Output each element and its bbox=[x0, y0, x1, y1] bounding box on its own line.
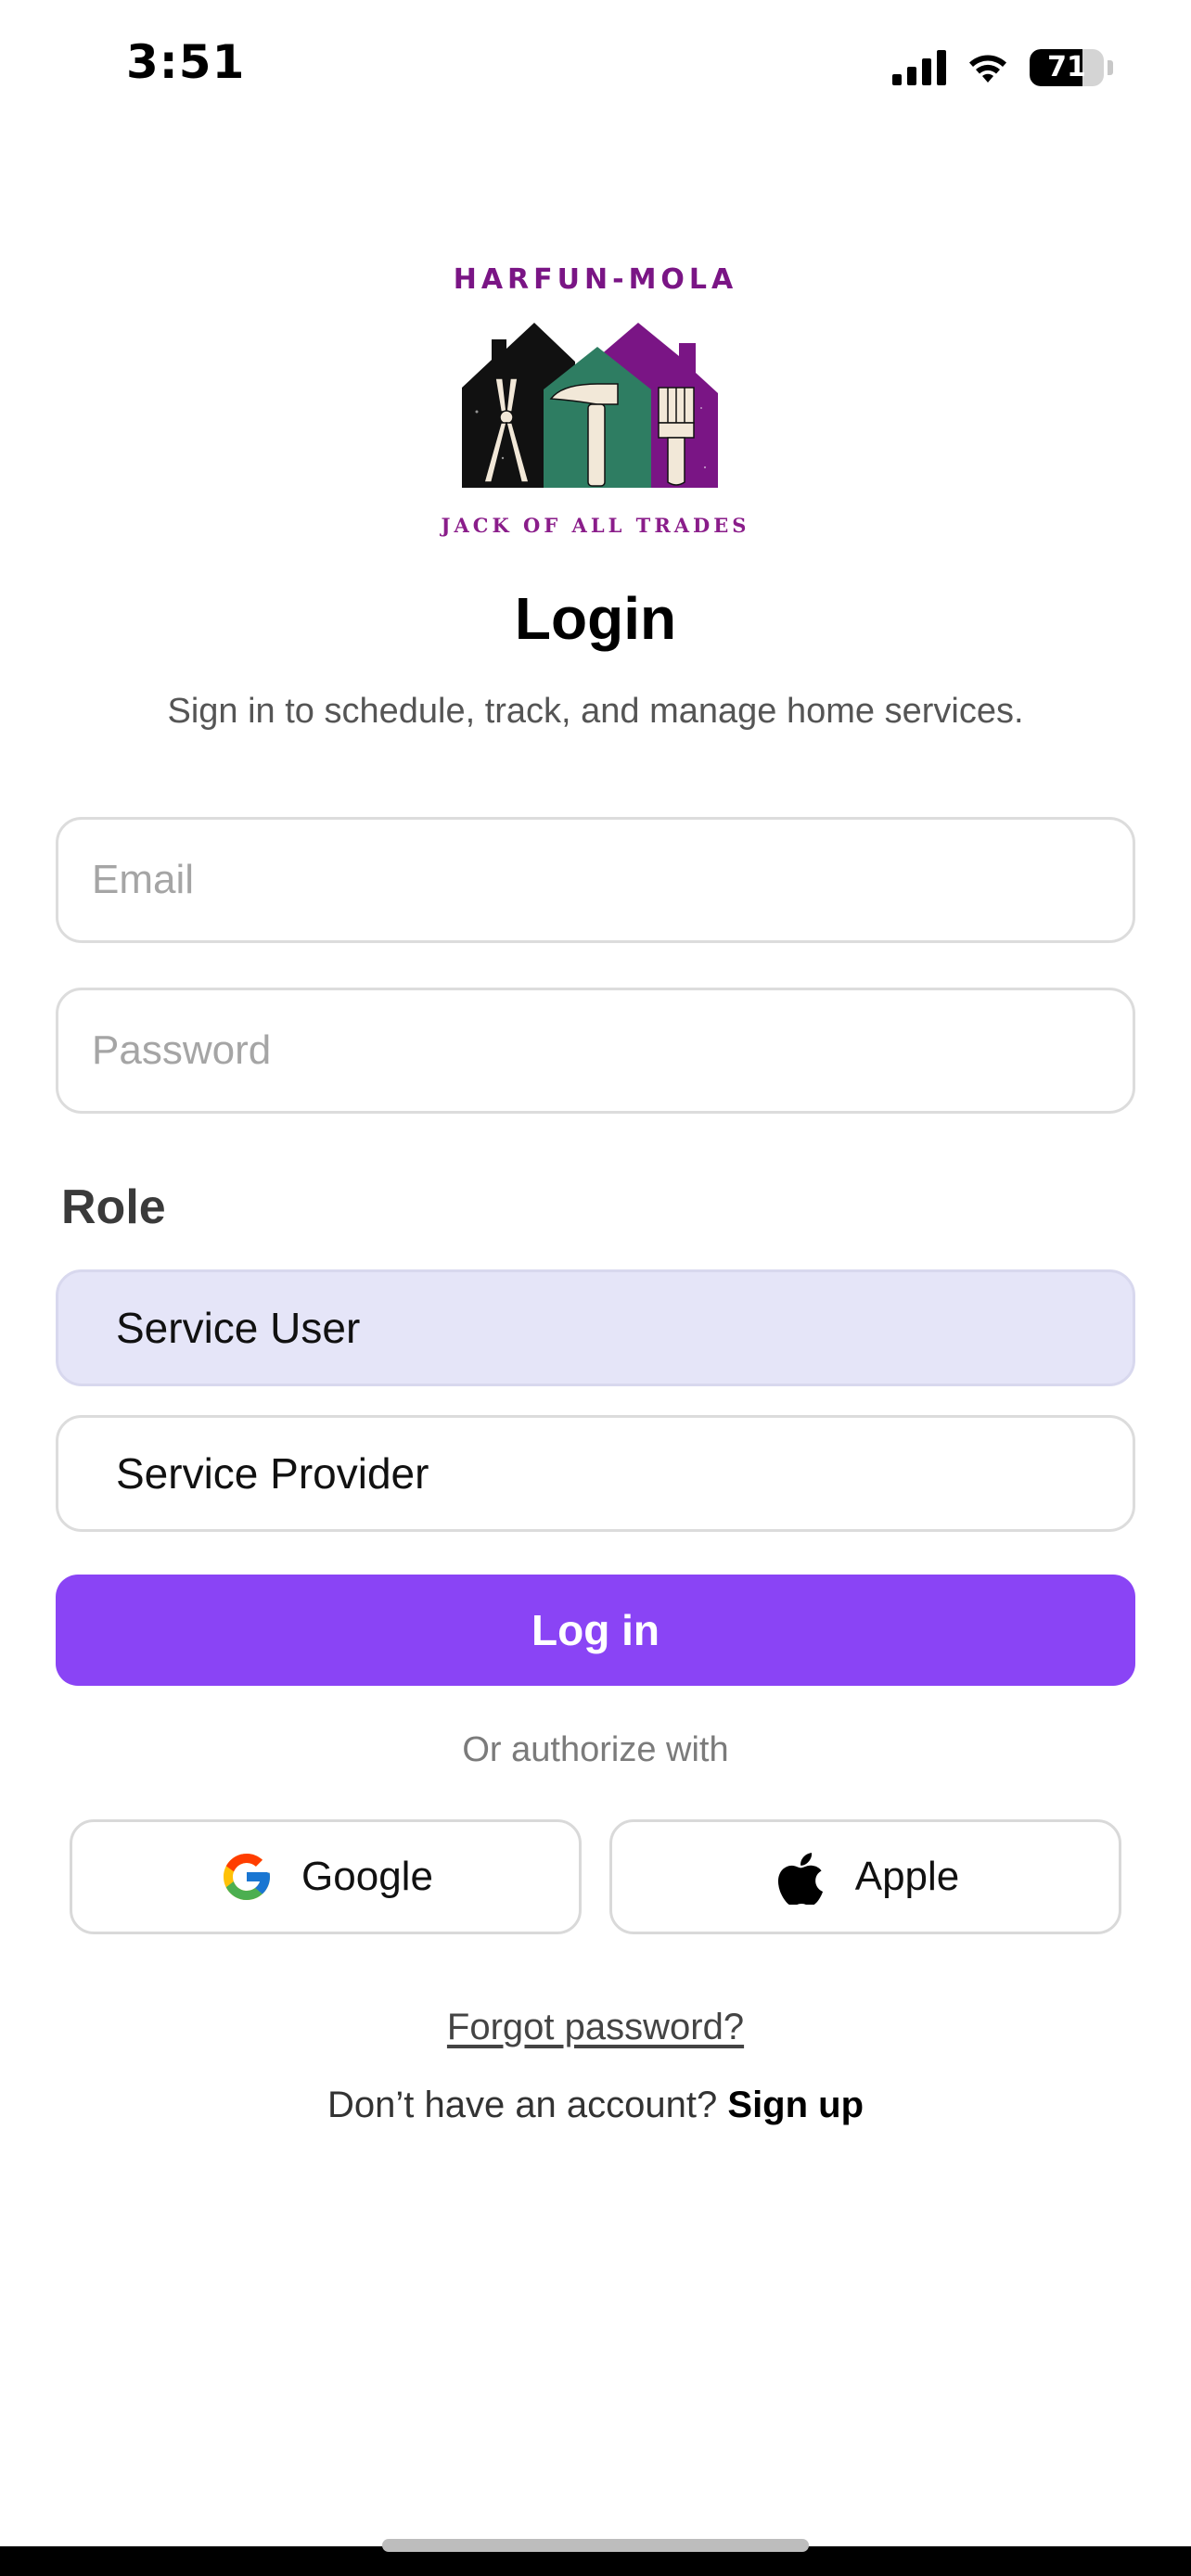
app-logo: HARFUN-MOLA JACK OF ALL TRADES bbox=[429, 263, 762, 542]
google-label: Google bbox=[301, 1854, 433, 1899]
page-title: Login bbox=[514, 585, 677, 652]
signup-row: Don’t have an account? Sign up bbox=[0, 2085, 1191, 2126]
forgot-password-link[interactable]: Forgot password? bbox=[447, 2007, 744, 2047]
signup-prompt: Don’t have an account? bbox=[327, 2085, 718, 2125]
apple-login-button[interactable]: Apple bbox=[609, 1819, 1121, 1934]
email-field[interactable] bbox=[56, 817, 1135, 943]
home-indicator[interactable] bbox=[382, 2539, 809, 2552]
apple-icon bbox=[772, 1848, 829, 1906]
role-label: Role bbox=[61, 1180, 166, 1234]
google-icon bbox=[218, 1848, 275, 1906]
page-subtitle: Sign in to schedule, track, and manage h… bbox=[167, 692, 1024, 731]
battery-icon: 71 bbox=[1030, 49, 1104, 86]
battery-cap bbox=[1108, 60, 1113, 75]
role-option-service-user[interactable]: Service User bbox=[56, 1269, 1135, 1386]
logo-title: HARFUN-MOLA bbox=[453, 263, 738, 296]
password-field[interactable] bbox=[56, 988, 1135, 1114]
role-option-service-provider[interactable]: Service Provider bbox=[56, 1415, 1135, 1532]
email-input[interactable] bbox=[58, 820, 1133, 940]
cellular-signal-icon bbox=[892, 50, 946, 85]
houses-tools-logo-icon bbox=[462, 323, 718, 488]
status-time: 3:51 bbox=[126, 35, 246, 89]
apple-label: Apple bbox=[854, 1854, 960, 1899]
social-divider-text: Or authorize with bbox=[462, 1730, 729, 1769]
role-option-label: Service Provider bbox=[116, 1449, 429, 1498]
battery-level: 71 bbox=[1047, 51, 1086, 83]
status-icons: 71 bbox=[892, 45, 1113, 91]
signup-link[interactable]: Sign up bbox=[727, 2085, 864, 2125]
status-bar: 3:51 71 bbox=[0, 0, 1191, 130]
wifi-icon bbox=[969, 55, 1006, 83]
logo-tagline: JACK OF ALL TRADES bbox=[441, 514, 750, 537]
login-button[interactable]: Log in bbox=[56, 1575, 1135, 1686]
password-input[interactable] bbox=[58, 990, 1133, 1111]
google-login-button[interactable]: Google bbox=[70, 1819, 582, 1934]
role-option-label: Service User bbox=[116, 1304, 361, 1352]
forgot-password-row: Forgot password? bbox=[0, 2007, 1191, 2048]
